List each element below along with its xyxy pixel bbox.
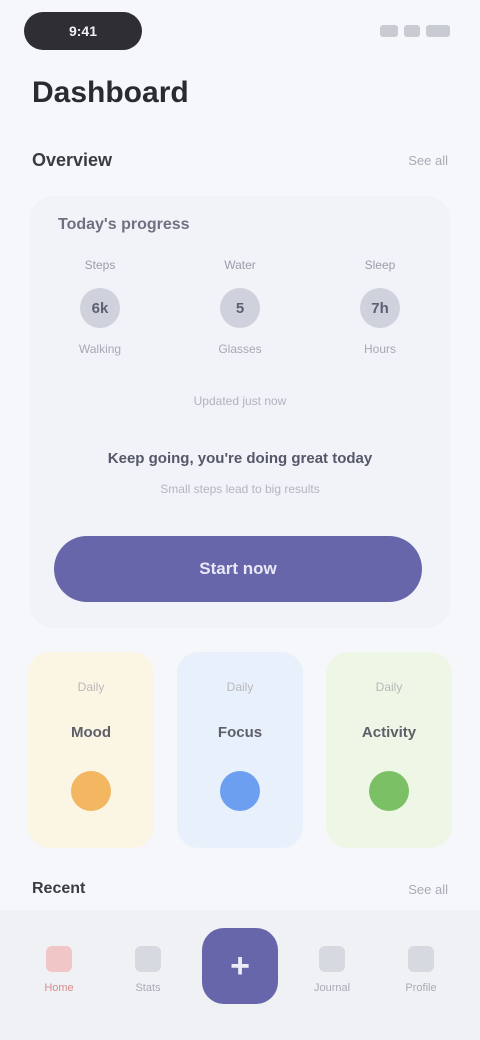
motivation-quote: Keep going, you're doing great today <box>107 450 373 467</box>
tab-home[interactable]: Home <box>24 930 94 994</box>
tile-activity[interactable]: Daily Activity <box>326 652 452 848</box>
status-time: 9:41 <box>24 12 142 50</box>
tab-bar: Home Stats + Journal Profile <box>0 910 480 1040</box>
tab-label: Home <box>44 982 74 994</box>
start-button[interactable]: Start now <box>54 536 422 602</box>
mood-icon <box>71 771 111 811</box>
stat-caption: Steps <box>84 258 116 272</box>
wifi-icon <box>404 25 420 37</box>
category-tiles: Daily Mood Daily Focus Daily Activity <box>28 652 452 848</box>
stat-value: 6k <box>80 288 120 328</box>
update-hint: Updated just now <box>193 394 287 408</box>
tab-profile[interactable]: Profile <box>386 930 456 994</box>
activity-icon <box>369 771 409 811</box>
tab-stats[interactable]: Stats <box>113 930 183 994</box>
status-icons <box>380 20 450 42</box>
stat-sub: Hours <box>363 342 396 356</box>
battery-icon <box>426 25 450 37</box>
quote-subtitle: Small steps lead to big results <box>160 482 320 496</box>
add-button[interactable]: + <box>202 928 278 1004</box>
tile-mood[interactable]: Daily Mood <box>28 652 154 848</box>
tab-label: Journal <box>313 982 351 994</box>
section-title: Overview <box>32 149 113 170</box>
user-icon <box>408 946 434 972</box>
stat-sub: Walking <box>78 342 122 356</box>
tile-focus[interactable]: Daily Focus <box>177 652 303 848</box>
status-bar: 9:41 <box>0 0 480 62</box>
tile-caption: Daily <box>226 680 254 694</box>
tile-name: Activity <box>361 724 417 741</box>
stat-caption: Water <box>224 258 256 272</box>
stat-item[interactable]: Water 5 Glasses <box>185 258 295 368</box>
signal-icon <box>380 25 398 37</box>
stat-sub: Glasses <box>218 342 262 356</box>
progress-card: Today's progress Steps 6k Walking Water … <box>30 196 450 628</box>
plus-icon: + <box>230 946 250 985</box>
section-header-overview: Overview See all <box>32 146 448 174</box>
page-title: Dashboard <box>32 76 189 109</box>
card-label: Today's progress <box>58 216 190 233</box>
tile-name: Mood <box>71 724 111 741</box>
tile-caption: Daily <box>375 680 403 694</box>
stat-item[interactable]: Steps 6k Walking <box>45 258 155 368</box>
chart-icon <box>135 946 161 972</box>
see-all-link[interactable]: See all <box>408 882 448 897</box>
tile-name: Focus <box>217 724 263 741</box>
tab-journal[interactable]: Journal <box>297 930 367 994</box>
stat-item[interactable]: Sleep 7h Hours <box>325 258 435 368</box>
stat-caption: Sleep <box>364 258 396 272</box>
stat-value: 5 <box>220 288 260 328</box>
tile-caption: Daily <box>77 680 105 694</box>
section-header-recent: Recent See all <box>32 876 448 902</box>
see-all-link[interactable]: See all <box>408 153 448 168</box>
tab-label: Profile <box>405 982 437 994</box>
section-title: Recent <box>32 880 86 897</box>
home-icon <box>46 946 72 972</box>
focus-icon <box>220 771 260 811</box>
stats-row: Steps 6k Walking Water 5 Glasses Sleep 7… <box>30 258 450 368</box>
tab-label: Stats <box>135 982 161 994</box>
book-icon <box>319 946 345 972</box>
stat-value: 7h <box>360 288 400 328</box>
